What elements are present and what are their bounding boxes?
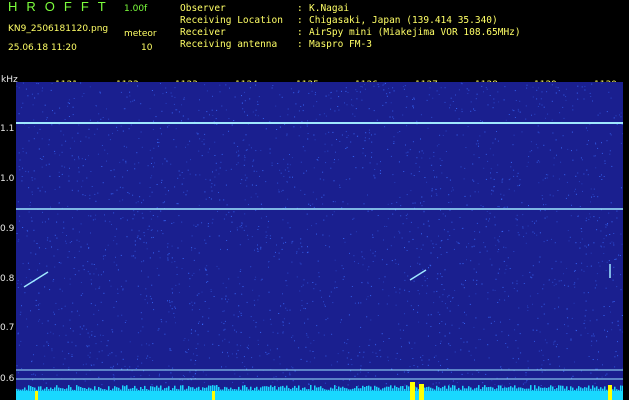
info-value-observer: K.Nagai — [309, 3, 350, 14]
spectrogram-plot — [16, 82, 623, 400]
y-tick-label: 0.6 — [0, 374, 15, 384]
info-sep: : — [297, 3, 303, 14]
burst-marker — [608, 385, 612, 400]
info-value-antenna: Maspro FM-3 — [309, 39, 372, 50]
datetime-label: 25.06.18 11:20 — [8, 43, 77, 53]
info-key-observer: Observer — [180, 3, 226, 14]
version-label: 1.00f — [124, 4, 148, 14]
spectrogram-background — [16, 82, 623, 400]
burst-marker — [419, 384, 424, 400]
y-tick-label: 1.1 — [0, 124, 15, 134]
baseline-strip — [16, 391, 623, 400]
y-tick-label: 0.7 — [0, 323, 15, 333]
burst-marker — [410, 382, 415, 400]
header-panel: HROFFT 1.00f KN9_2506181120.png meteor 2… — [0, 0, 629, 76]
info-key-antenna: Receiving antenna — [180, 39, 278, 50]
burst-marker — [212, 391, 215, 400]
y-tick-label: 0.8 — [0, 274, 15, 284]
spectrogram-canvas — [16, 82, 623, 400]
info-key-receiver: Receiver — [180, 27, 226, 38]
info-value-location: Chigasaki, Japan (139.414 35.340) — [309, 15, 498, 26]
app-title: HROFFT — [8, 0, 115, 14]
info-key-location: Receiving Location — [180, 15, 283, 26]
info-value-receiver: AirSpy mini (Miakejima VOR 108.65MHz) — [309, 27, 521, 38]
filename-label: KN9_2506181120.png — [8, 24, 109, 34]
info-sep: : — [297, 15, 303, 26]
info-sep: : — [297, 39, 303, 50]
mode-value: 10 — [141, 43, 153, 53]
info-sep: : — [297, 27, 303, 38]
y-tick-label: 0.9 — [0, 224, 15, 234]
burst-marker — [35, 391, 38, 400]
y-tick-label: 1.0 — [0, 174, 15, 184]
mode-label: meteor — [124, 29, 157, 39]
